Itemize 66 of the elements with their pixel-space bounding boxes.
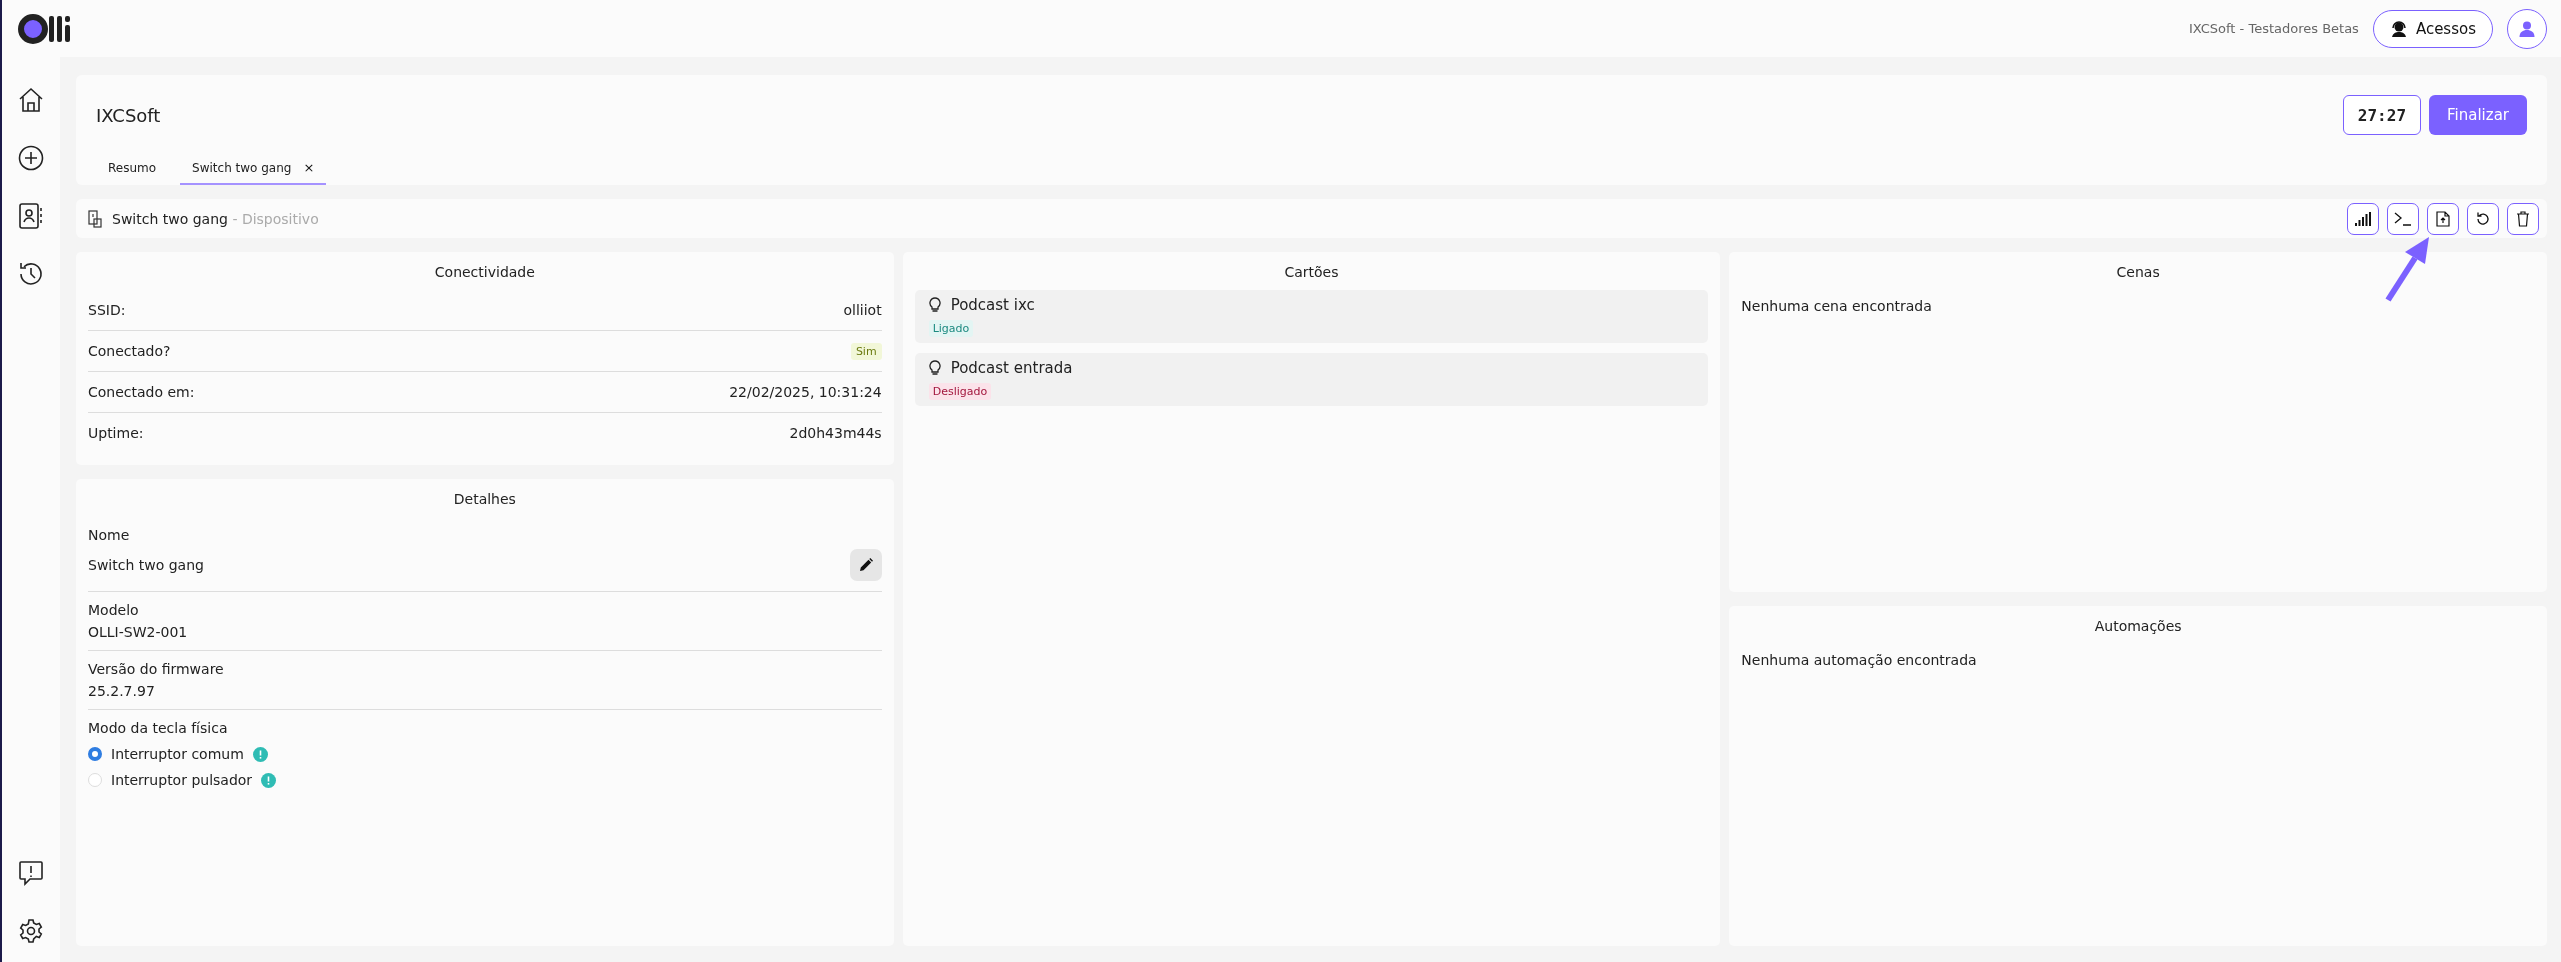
card-name: Podcast entrada bbox=[950, 359, 1073, 377]
card-name: Podcast ixc bbox=[950, 296, 1035, 314]
timer: 27:27 bbox=[2342, 95, 2421, 135]
panel-title: Cartões bbox=[1283, 264, 1340, 280]
pencil-icon bbox=[858, 558, 873, 572]
support-agent-icon bbox=[2389, 19, 2408, 38]
finish-button[interactable]: Finalizar bbox=[2429, 95, 2527, 135]
panel-title: Conectividade bbox=[433, 264, 536, 280]
empty-message: Nenhuma cena encontrada bbox=[1741, 298, 1933, 314]
field-value: olliiot bbox=[843, 302, 882, 318]
field-label: Nome bbox=[88, 527, 131, 543]
organization-name: IXCSoft - Testadores Betas bbox=[2188, 21, 2359, 36]
edit-button[interactable] bbox=[849, 549, 882, 581]
field-value: 22/02/2025, 10:31:24 bbox=[729, 384, 882, 400]
upload-file-button[interactable] bbox=[2427, 202, 2459, 235]
lightbulb-icon bbox=[928, 297, 941, 313]
contact-card-icon[interactable] bbox=[18, 203, 44, 229]
close-tab-button[interactable]: × bbox=[303, 160, 315, 175]
access-button[interactable]: Acessos bbox=[2372, 9, 2493, 48]
logo-icon bbox=[18, 13, 72, 44]
terminal-icon bbox=[2394, 211, 2412, 226]
status-badge: Sim bbox=[850, 342, 882, 360]
field-label: Modo da tecla física bbox=[88, 720, 229, 736]
delete-button[interactable] bbox=[2507, 202, 2539, 235]
panel-title: Automações bbox=[2093, 618, 2183, 634]
field-label: Uptime: bbox=[88, 425, 144, 441]
tab[interactable]: Resumo bbox=[96, 154, 169, 185]
lightbulb-icon bbox=[928, 360, 941, 376]
signal-button[interactable] bbox=[2347, 202, 2379, 235]
panel-title: Detalhes bbox=[452, 491, 517, 507]
device-card[interactable]: Podcast ixc Ligado bbox=[914, 290, 1709, 343]
reset-button[interactable] bbox=[2467, 202, 2499, 235]
file-upload-icon bbox=[2436, 210, 2450, 227]
field-label: Conectado em: bbox=[88, 384, 195, 400]
settings-icon[interactable] bbox=[18, 918, 44, 944]
device-card[interactable]: Podcast entrada Desligado bbox=[914, 353, 1709, 406]
history-icon[interactable] bbox=[18, 261, 44, 287]
field-label: Conectado? bbox=[88, 343, 171, 359]
device-icon bbox=[88, 209, 102, 228]
device-title: Switch two gang - Dispositivo bbox=[112, 210, 319, 227]
tab[interactable]: Switch two gang × bbox=[180, 154, 327, 185]
radio-label[interactable]: Interruptor comum bbox=[111, 746, 244, 762]
undo-icon bbox=[2475, 210, 2491, 227]
empty-message: Nenhuma automação encontrada bbox=[1741, 652, 1978, 668]
field-label: Modelo bbox=[88, 602, 140, 618]
status-badge: Ligado bbox=[928, 320, 974, 337]
panel-title: Cenas bbox=[2115, 264, 2161, 280]
field-label: Versão do firmware bbox=[88, 661, 225, 677]
terminal-button[interactable] bbox=[2387, 202, 2419, 235]
trash-icon bbox=[2516, 210, 2530, 227]
field-label: SSID: bbox=[88, 302, 126, 318]
status-badge: Desligado bbox=[928, 383, 992, 400]
radio-label[interactable]: Interruptor pulsador bbox=[111, 772, 253, 788]
user-icon bbox=[2518, 19, 2536, 38]
radio-button[interactable] bbox=[88, 747, 102, 761]
feedback-icon[interactable] bbox=[18, 860, 44, 886]
home-icon[interactable] bbox=[18, 87, 44, 113]
signal-bars-icon bbox=[2355, 211, 2371, 226]
field-value: 2d0h43m44s bbox=[789, 425, 882, 441]
field-value: Switch two gang bbox=[88, 557, 204, 573]
field-value: 25.2.7.97 bbox=[88, 683, 156, 699]
add-icon[interactable] bbox=[18, 145, 44, 171]
user-avatar-button[interactable] bbox=[2507, 8, 2547, 49]
field-value: OLLI-SW2-001 bbox=[88, 624, 189, 640]
page-title: IXCSoft bbox=[96, 104, 161, 126]
pointer-arrow bbox=[2385, 236, 2431, 302]
